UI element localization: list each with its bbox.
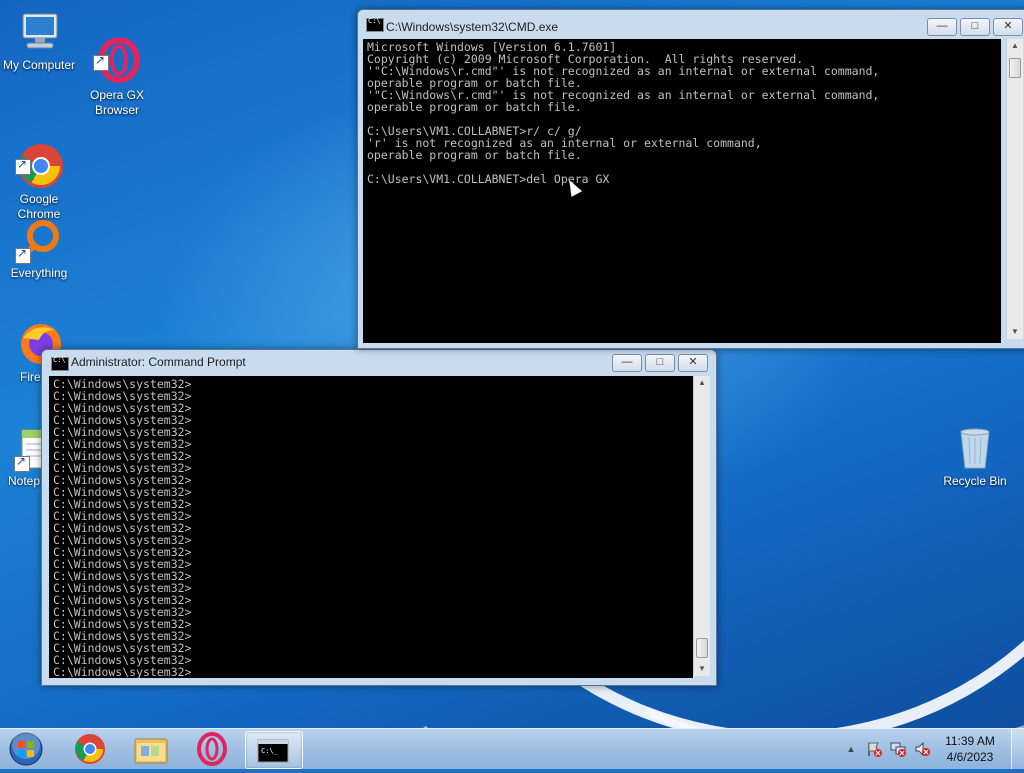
desktop: My Computer Opera GX Browser Google Chro… [0,0,1024,728]
svg-text:C:\_: C:\_ [261,747,279,755]
console-output[interactable]: Microsoft Windows [Version 6.1.7601] Copy… [363,39,1001,343]
console-output[interactable]: C:\Windows\system32> C:\Windows\system32>… [49,376,693,678]
window-title: Administrator: Command Prompt [71,355,246,369]
desktop-icon-everything[interactable]: Everything [1,216,77,281]
opera-gx-icon [93,23,141,83]
desktop-icon-label: Opera GX Browser [89,88,145,117]
shortcut-arrow-icon [15,246,31,264]
desktop-icon-chrome[interactable]: Google Chrome [1,112,77,222]
desktop-icon-label: Everything [10,266,68,280]
show-hidden-icons-button[interactable]: ▲ [843,741,859,757]
shortcut-arrow-icon [15,157,31,175]
taskbar-explorer-button[interactable] [123,731,179,767]
maximize-button[interactable]: □ [645,354,675,372]
cmd-icon: C:\_ [257,739,289,763]
desktop-icon-label: Notep [8,474,41,488]
desktop-icon-my-computer[interactable]: My Computer [1,8,77,73]
cmd-icon [366,17,384,32]
window-title: C:\Windows\system32\CMD.exe [386,20,559,34]
cmd-icon [51,356,69,371]
scrollbar-thumb[interactable] [696,638,708,658]
action-center-flag-icon[interactable] [866,741,882,757]
volume-muted-icon[interactable] [914,741,930,757]
clock-time: 11:39 AM [945,734,995,748]
shortcut-arrow-icon [93,53,109,71]
minimize-button[interactable]: — [927,18,957,36]
desktop-icon-label: My Computer [2,58,76,72]
computer-icon [15,8,63,56]
close-button[interactable]: ✕ [993,18,1023,36]
desktop-icon-recycle-bin[interactable]: Recycle Bin [937,424,1013,489]
shortcut-arrow-icon [14,454,30,472]
console-line: operable program or batch file. [367,148,582,162]
window-titlebar[interactable]: Administrator: Command Prompt — □ ✕ [42,350,716,378]
opera-gx-icon [197,732,227,766]
network-icon[interactable] [890,741,906,757]
close-button[interactable]: ✕ [678,354,708,372]
chrome-icon [15,127,63,188]
scroll-up-arrow-icon[interactable]: ▲ [1007,39,1023,53]
maximize-button[interactable]: □ [960,18,990,36]
scroll-down-arrow-icon[interactable]: ▼ [694,662,710,676]
scrollbar-thumb[interactable] [1009,58,1021,78]
taskbar-clock[interactable]: 11:39 AM 4/6/2023 [940,733,1000,765]
start-button[interactable] [2,731,50,767]
admin-cmd-window[interactable]: Administrator: Command Prompt — □ ✕ C:\W… [41,349,717,686]
scroll-down-arrow-icon[interactable]: ▼ [1007,325,1023,339]
chrome-icon [75,734,105,764]
recycle-bin-icon [951,424,999,472]
taskbar-cmd-button[interactable]: C:\_ [245,731,303,769]
cmd-exe-window[interactable]: C:\Windows\system32\CMD.exe — □ ✕ Micros… [357,9,1024,349]
console-line: operable program or batch file. [367,100,582,114]
scroll-up-arrow-icon[interactable]: ▲ [694,376,710,390]
desktop-icon-opera-gx[interactable]: Opera GX Browser [79,8,155,118]
minimize-button[interactable]: — [612,354,642,372]
window-titlebar[interactable]: C:\Windows\system32\CMD.exe — □ ✕ [358,10,1024,38]
file-explorer-icon [134,738,168,764]
start-orb-icon [9,731,43,766]
console-line: C:\Users\VM1.COLLABNET>del Opera GX [367,172,610,186]
everything-icon [15,216,63,264]
clock-date: 4/6/2023 [946,750,994,764]
show-desktop-button[interactable] [1011,729,1024,769]
taskbar-chrome-button[interactable] [62,731,118,767]
console-line: C:\Windows\system32> [53,665,192,678]
vertical-scrollbar[interactable]: ▲ ▼ [1006,39,1023,339]
desktop-icon-label: Recycle Bin [943,474,1007,488]
taskbar-opera-gx-button[interactable] [184,731,240,767]
vertical-scrollbar[interactable]: ▲ ▼ [693,376,710,676]
desktop-icon-label: Fire [20,370,41,384]
taskbar: C:\_ ▲ 11:39 AM 4/6/2023 [0,728,1024,769]
